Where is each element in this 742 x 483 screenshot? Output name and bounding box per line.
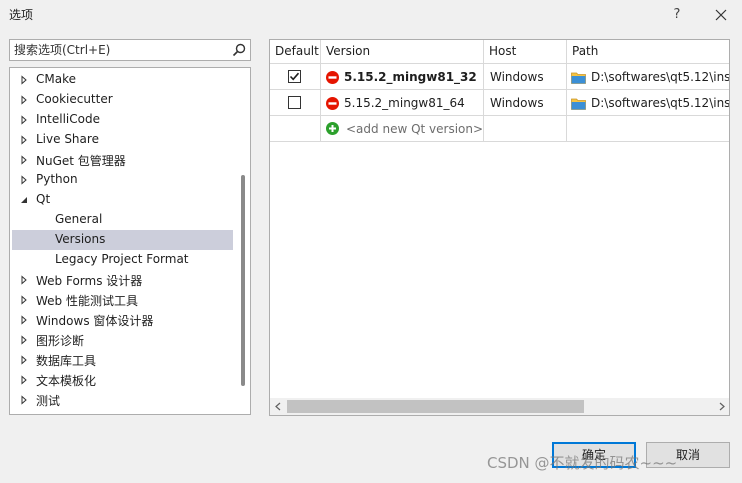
tree-item-label: Cookiecutter: [36, 92, 113, 106]
tree-item-label: 数据库工具: [36, 354, 97, 368]
version-name: 5.15.2_mingw81_32: [344, 70, 477, 84]
window-title: 选项: [9, 8, 34, 22]
scroll-left-icon[interactable]: [274, 402, 283, 411]
help-button[interactable]: ?: [666, 4, 688, 26]
tree-item[interactable]: NuGet 包管理器: [12, 150, 233, 170]
tree-item-label: General: [55, 212, 103, 226]
tree-item-label: Web 性能测试工具: [36, 294, 138, 308]
tree-item[interactable]: Python: [12, 170, 233, 190]
tree-item-label: Qt: [36, 192, 51, 206]
path-value: D:\softwares\qt5.12\inst: [591, 70, 730, 84]
tree-item[interactable]: 文本模板化: [12, 370, 233, 390]
tree-item-label: CMake: [36, 72, 76, 86]
tree-scrollbar[interactable]: [238, 68, 250, 414]
table-scrollbar-thumb[interactable]: [287, 400, 584, 413]
collapsed-arrow-icon[interactable]: [19, 155, 29, 165]
tree-item-label: Live Share: [36, 132, 99, 146]
collapsed-arrow-icon[interactable]: [19, 295, 29, 305]
tree-item-label: IntelliCode: [36, 112, 100, 126]
tree-item[interactable]: General: [12, 210, 233, 230]
version-cell[interactable]: 5.15.2_mingw81_32: [321, 64, 484, 90]
collapsed-arrow-icon[interactable]: [19, 115, 29, 125]
column-header-default[interactable]: Default: [270, 40, 321, 64]
close-icon: [715, 9, 727, 21]
watermark: CSDN @不就发的码农~~~: [487, 454, 678, 472]
folder-icon[interactable]: [571, 97, 586, 110]
tree-item[interactable]: Cookiecutter: [12, 90, 233, 110]
collapsed-arrow-icon[interactable]: [19, 335, 29, 345]
tree-item-label: 图形诊断: [36, 334, 85, 348]
add-icon: [326, 122, 339, 135]
expanded-arrow-icon[interactable]: [19, 195, 29, 205]
qt-versions-table: Default Version Host Path 5.15.2_mingw81…: [269, 39, 730, 416]
table-horizontal-scrollbar[interactable]: [270, 398, 729, 415]
column-header-path[interactable]: Path: [567, 40, 729, 64]
default-checkbox[interactable]: [288, 70, 301, 83]
search-icon[interactable]: [231, 42, 247, 58]
tree-item[interactable]: CMake: [12, 70, 233, 90]
tree-item-label: Web Forms 设计器: [36, 274, 143, 288]
path-value: D:\softwares\qt5.12\inst: [591, 96, 730, 110]
default-cell: [270, 90, 321, 116]
collapsed-arrow-icon[interactable]: [19, 315, 29, 325]
title-bar: 选项 ?: [0, 0, 742, 30]
path-cell[interactable]: D:\softwares\qt5.12\inst: [567, 90, 730, 116]
add-qt-version-label[interactable]: <add new Qt version>: [346, 122, 483, 136]
tree-item[interactable]: Windows 窗体设计器: [12, 310, 233, 330]
add-row-path-cell: [567, 116, 729, 142]
tree-item-label: Versions: [55, 232, 106, 246]
remove-icon[interactable]: [326, 71, 339, 84]
tree-item[interactable]: Web 性能测试工具: [12, 290, 233, 310]
tree-item[interactable]: 测试: [12, 390, 233, 410]
add-qt-version-row[interactable]: <add new Qt version>: [321, 116, 484, 142]
tree-item[interactable]: Legacy Project Format: [12, 250, 233, 270]
collapsed-arrow-icon[interactable]: [19, 175, 29, 185]
options-tree[interactable]: CMake Cookiecutter IntelliCode Live Share Nu…: [9, 67, 251, 415]
tree-item-label: Windows 窗体设计器: [36, 314, 154, 328]
column-header-host[interactable]: Host: [484, 40, 567, 64]
add-row-default-cell: [270, 116, 321, 142]
host-cell[interactable]: Windows: [484, 64, 567, 90]
search-input[interactable]: [14, 42, 229, 58]
collapsed-arrow-icon[interactable]: [19, 355, 29, 365]
collapsed-arrow-icon[interactable]: [19, 275, 29, 285]
scroll-right-icon[interactable]: [717, 402, 726, 411]
path-cell[interactable]: D:\softwares\qt5.12\inst: [567, 64, 730, 90]
tree-item-label: Python: [36, 172, 78, 186]
default-checkbox[interactable]: [288, 96, 301, 109]
tree-item-label: 测试: [36, 394, 61, 408]
folder-icon[interactable]: [571, 71, 586, 84]
collapsed-arrow-icon[interactable]: [19, 75, 29, 85]
tree-item[interactable]: Versions: [12, 230, 233, 250]
host-value: Windows: [490, 96, 544, 110]
tree-item[interactable]: Qt: [12, 190, 233, 210]
version-name: 5.15.2_mingw81_64: [344, 96, 465, 110]
host-cell[interactable]: Windows: [484, 90, 567, 116]
close-button[interactable]: [708, 3, 734, 27]
collapsed-arrow-icon[interactable]: [19, 95, 29, 105]
tree-item-label: 文本模板化: [36, 374, 97, 388]
version-cell[interactable]: 5.15.2_mingw81_64: [321, 90, 484, 116]
tree-item[interactable]: 数据库工具: [12, 350, 233, 370]
host-value: Windows: [490, 70, 544, 84]
remove-icon[interactable]: [326, 97, 339, 110]
add-row-host-cell: [484, 116, 567, 142]
column-header-version[interactable]: Version: [321, 40, 484, 64]
search-box[interactable]: [9, 39, 251, 61]
tree-item[interactable]: Live Share: [12, 130, 233, 150]
checkmark-icon: [289, 72, 300, 81]
collapsed-arrow-icon[interactable]: [19, 375, 29, 385]
tree-item[interactable]: IntelliCode: [12, 110, 233, 130]
tree-scrollbar-thumb[interactable]: [241, 175, 245, 386]
tree-item-label: Legacy Project Format: [55, 252, 189, 266]
default-cell: [270, 64, 321, 90]
tree-item[interactable]: Web Forms 设计器: [12, 270, 233, 290]
collapsed-arrow-icon[interactable]: [19, 135, 29, 145]
tree-item-label: NuGet 包管理器: [36, 154, 126, 168]
collapsed-arrow-icon[interactable]: [19, 395, 29, 405]
tree-item[interactable]: 图形诊断: [12, 330, 233, 350]
